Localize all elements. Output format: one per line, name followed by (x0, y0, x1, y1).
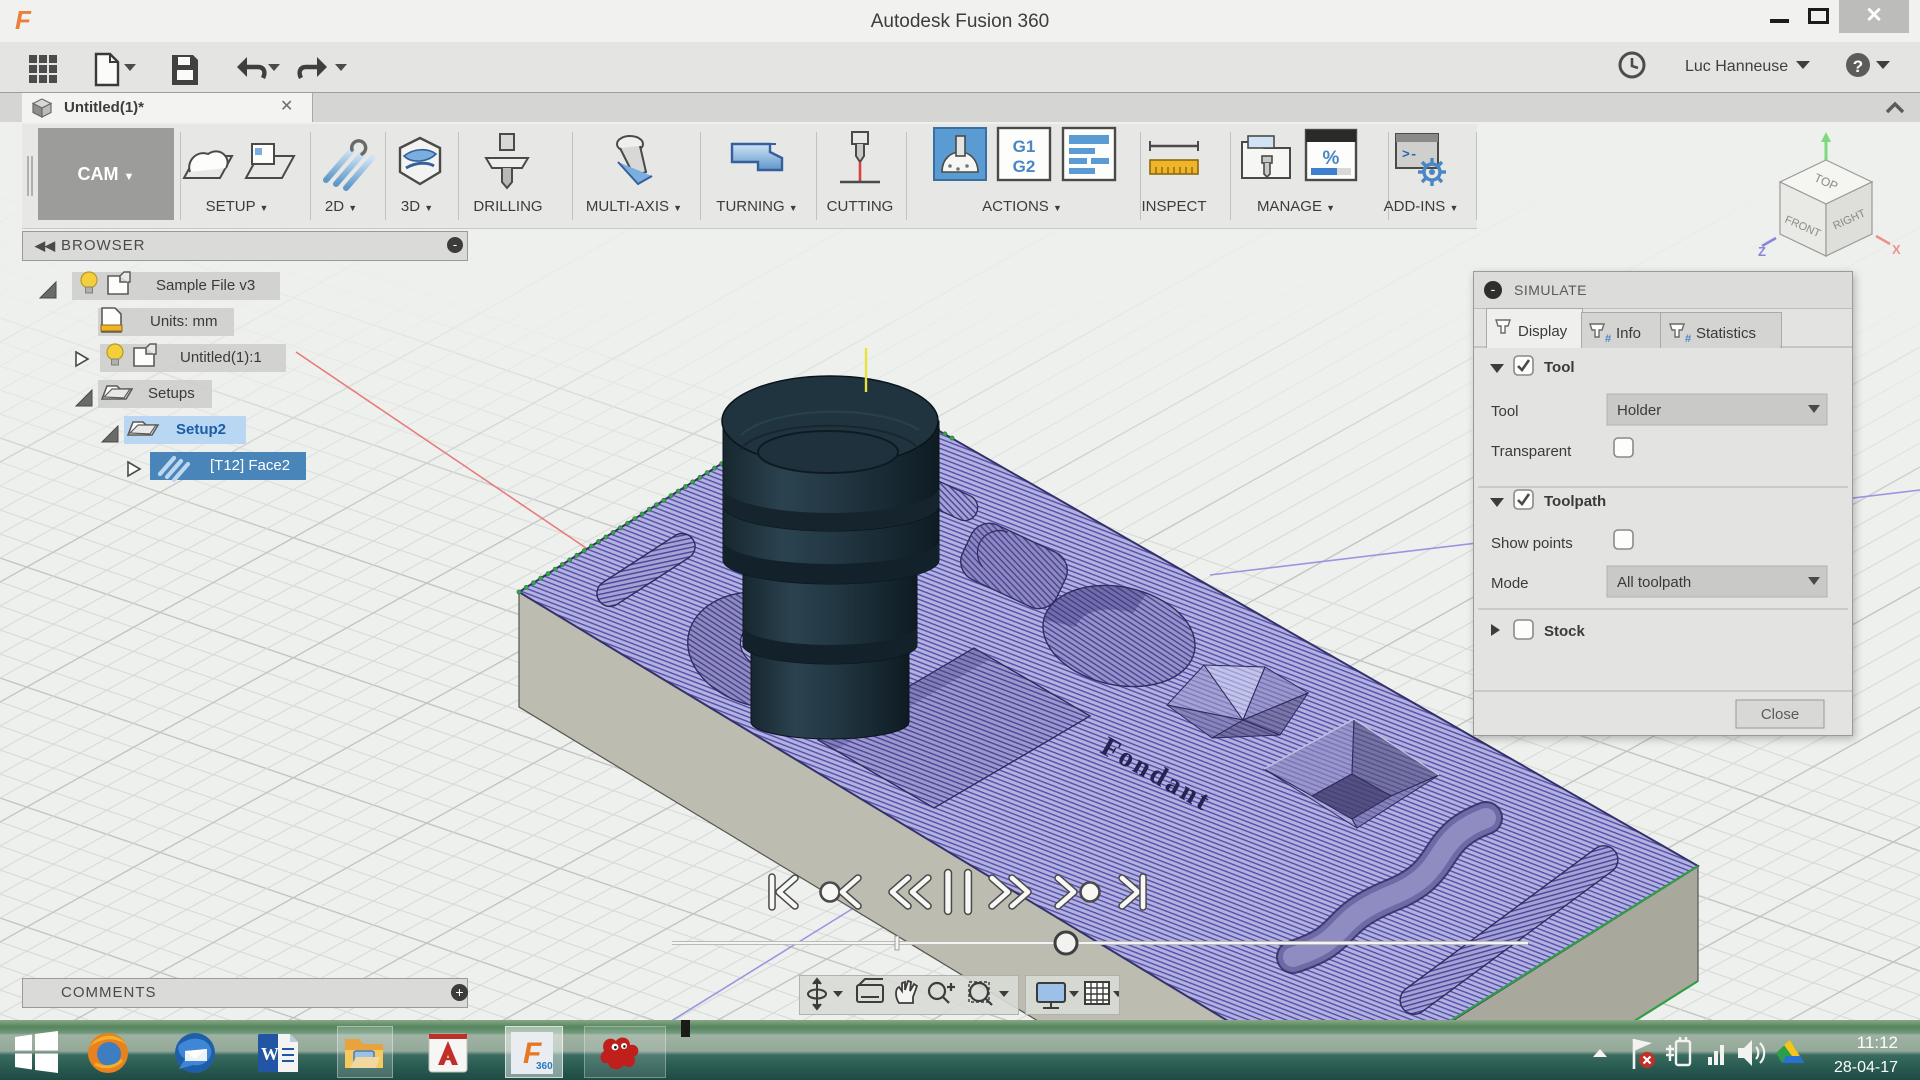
svg-text:Luc Hanneuse: Luc Hanneuse (1685, 58, 1788, 75)
svg-text:>-: >- (1402, 147, 1418, 162)
svg-text:Tool: Tool (1544, 359, 1575, 376)
svg-text:Tool: Tool (1491, 403, 1519, 420)
svg-text:11:12: 11:12 (1857, 1033, 1898, 1052)
svg-text:#: # (1685, 333, 1691, 345)
svg-text:Toolpath: Toolpath (1544, 493, 1606, 510)
svg-text:28-04-17: 28-04-17 (1834, 1059, 1898, 1076)
svg-text:W: W (261, 1044, 279, 1064)
svg-text:Statistics: Statistics (1696, 325, 1756, 342)
svg-text:Info: Info (1616, 325, 1641, 342)
svg-text:Stock: Stock (1544, 623, 1586, 640)
svg-text:?: ? (1853, 57, 1863, 76)
svg-text:G2: G2 (1013, 157, 1036, 176)
svg-text:Close: Close (1761, 706, 1799, 723)
svg-text:All toolpath: All toolpath (1617, 574, 1691, 591)
svg-text:360: 360 (536, 1061, 553, 1072)
svg-text:Z: Z (1758, 244, 1766, 259)
svg-text:Holder: Holder (1617, 402, 1661, 419)
svg-text:G1: G1 (1013, 137, 1036, 156)
svg-text:Mode: Mode (1491, 575, 1529, 592)
svg-text:Transparent: Transparent (1491, 443, 1572, 460)
svg-text:Show points: Show points (1491, 535, 1573, 552)
svg-text:#: # (1605, 333, 1611, 345)
svg-text:X: X (1892, 242, 1901, 257)
svg-text:%: % (1323, 148, 1340, 169)
svg-text:Display: Display (1518, 323, 1568, 340)
